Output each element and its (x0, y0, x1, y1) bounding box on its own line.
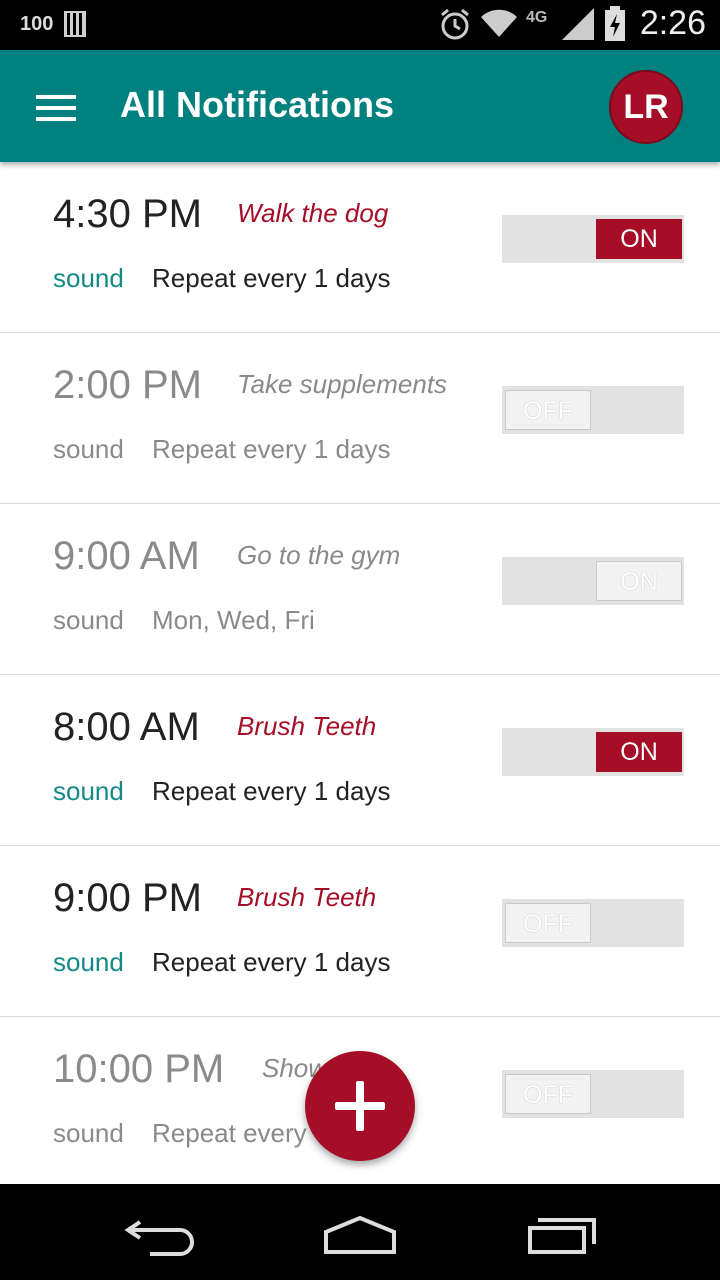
status-time: 2:26 (639, 4, 706, 42)
sound-link[interactable]: sound (53, 263, 124, 294)
repeat-text: Repeat every 1 days (152, 776, 391, 806)
notification-label: Take supplements (237, 369, 448, 399)
notification-time: 9:00 PM (53, 876, 202, 920)
notification-time: 9:00 AM (53, 534, 200, 578)
repeat-text: Repeat every (152, 1118, 307, 1148)
home-icon[interactable] (310, 1204, 410, 1260)
recents-icon[interactable] (512, 1204, 612, 1260)
sd-card-icon (64, 11, 87, 37)
sound-link[interactable]: sound (53, 605, 124, 636)
toggle-knob: ON (596, 732, 682, 772)
add-notification-button[interactable] (305, 1051, 415, 1161)
sound-link[interactable]: sound (53, 947, 124, 978)
toggle-knob: OFF (505, 903, 591, 943)
notification-toggle[interactable]: ON (502, 215, 684, 263)
repeat-text: Repeat every 1 days (152, 263, 391, 293)
notification-row[interactable]: 8:00 AM Brush Teeth sound Repeat every 1… (0, 675, 720, 846)
battery-charging-icon (604, 5, 625, 41)
notification-label: Brush Teeth (237, 711, 377, 741)
wifi-icon (480, 9, 517, 37)
repeat-text: Repeat every 1 days (152, 434, 391, 464)
notification-toggle[interactable]: OFF (502, 899, 684, 947)
navigation-bar (0, 1184, 720, 1280)
sound-link[interactable]: sound (53, 434, 124, 465)
svg-text:4G: 4G (526, 9, 547, 26)
app-bar: All Notifications LR (0, 50, 720, 162)
toggle-knob: OFF (505, 390, 591, 430)
notification-time: 10:00 PM (53, 1047, 225, 1091)
toggle-knob: ON (596, 561, 682, 601)
toggle-knob: ON (596, 219, 682, 259)
notification-label: Brush Teeth (237, 882, 377, 912)
page-title: All Notifications (120, 84, 395, 125)
repeat-text: Mon, Wed, Fri (152, 605, 315, 635)
alarm-icon (440, 8, 469, 39)
notification-toggle[interactable]: ON (502, 728, 684, 776)
notification-toggle[interactable]: ON (502, 557, 684, 605)
avatar[interactable]: LR (609, 70, 683, 144)
sound-link[interactable]: sound (53, 776, 124, 807)
notification-label: Go to the gym (237, 540, 401, 570)
notification-time: 4:30 PM (53, 192, 202, 236)
hamburger-menu-icon[interactable] (36, 95, 76, 121)
repeat-text: Repeat every 1 days (152, 947, 391, 977)
battery-level-text: 100 (20, 12, 54, 35)
notifications-list[interactable]: 4:30 PM Walk the dog sound Repeat every … (0, 162, 720, 1184)
signal-4g-icon: 4G (526, 7, 594, 40)
status-bar: 100 4G 2:26 (0, 0, 720, 50)
notification-row[interactable]: 2:00 PM Take supplements sound Repeat ev… (0, 333, 720, 504)
notification-row[interactable]: 9:00 PM Brush Teeth sound Repeat every 1… (0, 846, 720, 1017)
notification-row[interactable]: 4:30 PM Walk the dog sound Repeat every … (0, 162, 720, 333)
notification-toggle[interactable]: OFF (502, 1070, 684, 1118)
notification-toggle[interactable]: OFF (502, 386, 684, 434)
toggle-knob: OFF (505, 1074, 591, 1114)
notification-time: 8:00 AM (53, 705, 200, 749)
notification-time: 2:00 PM (53, 363, 202, 407)
back-icon[interactable] (110, 1204, 210, 1260)
sound-link[interactable]: sound (53, 1118, 124, 1149)
notification-row[interactable]: 9:00 AM Go to the gym sound Mon, Wed, Fr… (0, 504, 720, 675)
notification-label: Walk the dog (237, 198, 389, 228)
